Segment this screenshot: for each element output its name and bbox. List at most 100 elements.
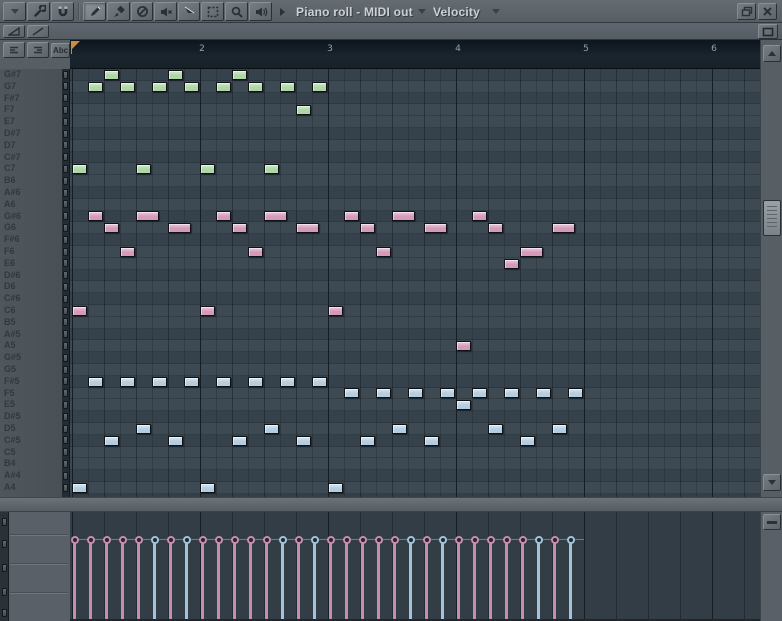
grid-row[interactable] <box>70 163 760 175</box>
draw-pencil-button[interactable] <box>83 2 106 21</box>
grid-row[interactable] <box>70 458 760 470</box>
velocity-handle[interactable] <box>503 536 511 544</box>
scroll-up-button[interactable] <box>763 45 781 62</box>
midi-note-blue[interactable] <box>72 483 87 493</box>
velocity-handle[interactable] <box>455 536 463 544</box>
grid-row[interactable] <box>70 329 760 341</box>
grid-row[interactable] <box>70 305 760 317</box>
velocity-stem[interactable] <box>441 540 444 619</box>
midi-note-green[interactable] <box>120 82 135 92</box>
midi-note-pink[interactable] <box>168 223 191 233</box>
midi-note-blue[interactable] <box>552 424 567 434</box>
mute-tool-button[interactable] <box>154 2 177 21</box>
velocity-handle[interactable] <box>519 536 527 544</box>
velocity-handle[interactable] <box>471 536 479 544</box>
midi-note-green[interactable] <box>312 82 327 92</box>
midi-note-pink[interactable] <box>456 341 471 351</box>
velocity-handle[interactable] <box>71 536 79 544</box>
midi-note-blue[interactable] <box>264 424 279 434</box>
grid-row[interactable] <box>70 93 760 105</box>
target-selector-label[interactable]: Velocity <box>433 5 480 19</box>
mini-key[interactable] <box>63 141 68 149</box>
velocity-stem[interactable] <box>409 540 412 619</box>
velocity-handle[interactable] <box>231 536 239 544</box>
velocity-handle[interactable] <box>279 536 287 544</box>
grid-row[interactable] <box>70 293 760 305</box>
mini-key[interactable] <box>63 460 68 468</box>
grid-row[interactable] <box>70 352 760 364</box>
midi-note-blue[interactable] <box>536 388 551 398</box>
midi-note-green[interactable] <box>152 82 167 92</box>
grid-row[interactable] <box>70 340 760 352</box>
velocity-stem[interactable] <box>105 540 108 619</box>
velocity-stem[interactable] <box>505 540 508 619</box>
mini-key[interactable] <box>63 342 68 350</box>
midi-note-blue[interactable] <box>280 377 295 387</box>
ramp-tool-button[interactable] <box>3 25 25 38</box>
grid-row[interactable] <box>70 317 760 329</box>
midi-note-blue[interactable] <box>440 388 455 398</box>
midi-note-green[interactable] <box>72 164 87 174</box>
note-properties-button[interactable] <box>3 42 25 58</box>
velocity-stem[interactable] <box>553 540 556 619</box>
midi-note-pink[interactable] <box>248 247 263 257</box>
grid-row[interactable] <box>70 411 760 423</box>
velocity-handle[interactable] <box>119 536 127 544</box>
midi-note-pink[interactable] <box>376 247 391 257</box>
velocity-handle[interactable] <box>327 536 335 544</box>
grid-row[interactable] <box>70 140 760 152</box>
velocity-handle[interactable] <box>407 536 415 544</box>
grid-row[interactable] <box>70 81 760 93</box>
midi-note-blue[interactable] <box>568 388 583 398</box>
grid-row[interactable] <box>70 447 760 459</box>
midi-note-blue[interactable] <box>328 483 343 493</box>
midi-note-blue[interactable] <box>200 483 215 493</box>
velocity-stem[interactable] <box>537 540 540 619</box>
detach-button[interactable] <box>737 3 756 20</box>
midi-note-green[interactable] <box>216 82 231 92</box>
grid-row[interactable] <box>70 258 760 270</box>
midi-note-green[interactable] <box>248 82 263 92</box>
grid-row[interactable] <box>70 128 760 140</box>
mini-key[interactable] <box>63 259 68 267</box>
velocity-handle[interactable] <box>135 536 143 544</box>
mini-key[interactable] <box>63 413 68 421</box>
velocity-handle[interactable] <box>439 536 447 544</box>
velocity-grab-strip[interactable] <box>0 512 9 621</box>
more-tools-arrow-icon[interactable] <box>280 8 285 16</box>
grid-row[interactable] <box>70 376 760 388</box>
mini-key[interactable] <box>63 448 68 456</box>
collapse-pane-button[interactable] <box>763 514 781 530</box>
midi-note-pink[interactable] <box>136 211 159 221</box>
velocity-handle[interactable] <box>167 536 175 544</box>
velocity-handle[interactable] <box>87 536 95 544</box>
mini-key[interactable] <box>63 366 68 374</box>
velocity-handle[interactable] <box>391 536 399 544</box>
mini-key[interactable] <box>63 177 68 185</box>
velocity-handle[interactable] <box>375 536 383 544</box>
playhead-flag-icon[interactable] <box>71 41 80 50</box>
velocity-handle[interactable] <box>423 536 431 544</box>
mini-key[interactable] <box>63 130 68 138</box>
midi-note-pink[interactable] <box>520 247 543 257</box>
velocity-handle[interactable] <box>359 536 367 544</box>
velocity-stem[interactable] <box>569 540 572 619</box>
midi-note-blue[interactable] <box>248 377 263 387</box>
midi-note-blue[interactable] <box>504 388 519 398</box>
velocity-stem[interactable] <box>185 540 188 619</box>
grid-row[interactable] <box>70 211 760 223</box>
midi-note-blue[interactable] <box>344 388 359 398</box>
mini-key[interactable] <box>63 354 68 362</box>
mini-key[interactable] <box>63 165 68 173</box>
velocity-handle[interactable] <box>295 536 303 544</box>
mini-key[interactable] <box>63 484 68 492</box>
midi-note-blue[interactable] <box>168 436 183 446</box>
close-button[interactable] <box>758 3 777 20</box>
midi-note-blue[interactable] <box>120 377 135 387</box>
zoom-tool-button[interactable] <box>225 2 248 21</box>
grid-row[interactable] <box>70 270 760 282</box>
midi-note-pink[interactable] <box>120 247 135 257</box>
midi-note-blue[interactable] <box>376 388 391 398</box>
velocity-handle[interactable] <box>183 536 191 544</box>
mini-key[interactable] <box>63 153 68 161</box>
